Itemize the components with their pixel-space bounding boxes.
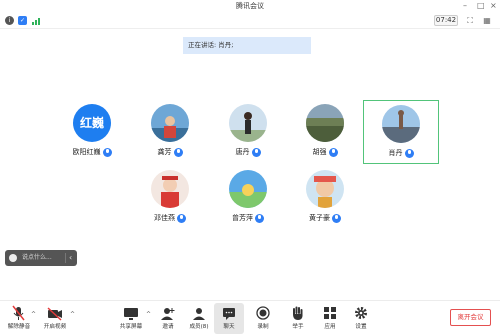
avatar [229, 104, 267, 142]
start-video-button[interactable]: 开启视频 [40, 303, 70, 334]
apps-icon [315, 305, 345, 322]
participant-tile[interactable]: 曾芳萍 [210, 166, 286, 230]
meeting-timer: 07:42 [434, 15, 458, 26]
participant-tile[interactable]: 红巍 欧阳红巍 [54, 100, 130, 164]
emoji-icon[interactable] [9, 254, 17, 262]
speaking-indicator: 正在讲话: 肖丹; [183, 37, 311, 54]
avatar [151, 104, 189, 142]
leave-meeting-button[interactable]: 离开会议 [450, 309, 491, 326]
mic-icon [251, 147, 261, 157]
chat-button[interactable]: 聊天 [214, 303, 244, 334]
participant-name: 曾芳萍 [232, 214, 253, 222]
participant-tile[interactable]: 唐丹 [210, 100, 286, 164]
bottom-toolbar: 解除静音 ^ 开启视频 ^ 共享屏幕 ^ 邀请 成员(8) 聊天 录制 举手 应… [0, 300, 500, 336]
avatar [382, 105, 420, 143]
share-screen-label: 共享屏幕 [119, 324, 143, 330]
mic-icon [255, 213, 264, 223]
avatar [229, 170, 267, 208]
participant-tile[interactable]: 胡强 [287, 100, 363, 164]
mic-icon [328, 147, 338, 157]
chat-placeholder: 说点什么... [22, 254, 52, 261]
avatar: 红巍 [73, 104, 111, 142]
avatar [306, 104, 344, 142]
participant-tile[interactable]: 邓佳燕 [132, 166, 208, 230]
mic-icon [102, 147, 112, 157]
participant-name: 黄子豪 [309, 214, 330, 222]
signal-icon[interactable] [32, 16, 42, 25]
close-icon[interactable]: × [490, 1, 497, 10]
title-bar: 腾讯会议 – □ × [0, 0, 500, 12]
avatar [151, 170, 189, 208]
settings-button[interactable]: 设置 [346, 303, 376, 334]
mic-icon [332, 213, 341, 223]
members-icon [184, 305, 214, 322]
participant-name: 邓佳燕 [154, 214, 175, 222]
video-off-icon [40, 305, 70, 322]
info-icon[interactable]: i [5, 16, 14, 25]
add-user-icon [153, 305, 183, 322]
participant-name: 龚芳 [157, 148, 172, 156]
participant-name: 胡强 [312, 148, 327, 156]
participant-tile-active[interactable]: 肖丹 [363, 100, 439, 164]
hand-icon [283, 305, 313, 322]
participant-name: 欧阳红巍 [72, 148, 101, 156]
settings-label: 设置 [355, 324, 367, 330]
record-icon [248, 305, 278, 322]
participant-tile[interactable]: 黄子豪 [287, 166, 363, 230]
window-title: 腾讯会议 [236, 2, 264, 10]
participant-tile[interactable]: 龚芳 [132, 100, 208, 164]
gear-icon [346, 305, 376, 322]
share-screen-button[interactable]: 共享屏幕 [116, 303, 146, 334]
layout-grid-icon[interactable]: ▦ [482, 16, 492, 26]
chat-input[interactable]: 说点什么... ‹ [5, 250, 77, 266]
divider [65, 253, 66, 263]
mic-muted-icon [4, 305, 34, 322]
meeting-toolbar: i ✓ 07:42 ⛶ ▦ [0, 13, 500, 29]
fullscreen-icon[interactable]: ⛶ [465, 16, 475, 26]
chat-icon [214, 305, 244, 322]
unmute-button[interactable]: 解除静音 [4, 303, 34, 334]
avatar [306, 170, 344, 208]
participant-name: 肖丹 [388, 149, 403, 157]
chevron-up-icon[interactable]: ^ [70, 311, 75, 318]
mic-icon [173, 147, 183, 157]
chevron-left-icon[interactable]: ‹ [69, 250, 72, 266]
chevron-up-icon[interactable]: ^ [31, 311, 36, 318]
share-screen-icon [116, 305, 146, 322]
mic-icon [177, 213, 186, 223]
record-button[interactable]: 录制 [248, 303, 278, 334]
mic-icon [404, 148, 414, 158]
maximize-icon[interactable]: □ [477, 1, 485, 10]
shield-icon[interactable]: ✓ [18, 16, 27, 25]
chevron-up-icon[interactable]: ^ [146, 311, 151, 318]
minimize-icon[interactable]: – [463, 1, 467, 10]
participant-name: 唐丹 [235, 148, 250, 156]
start-video-label: 开启视频 [43, 324, 67, 330]
